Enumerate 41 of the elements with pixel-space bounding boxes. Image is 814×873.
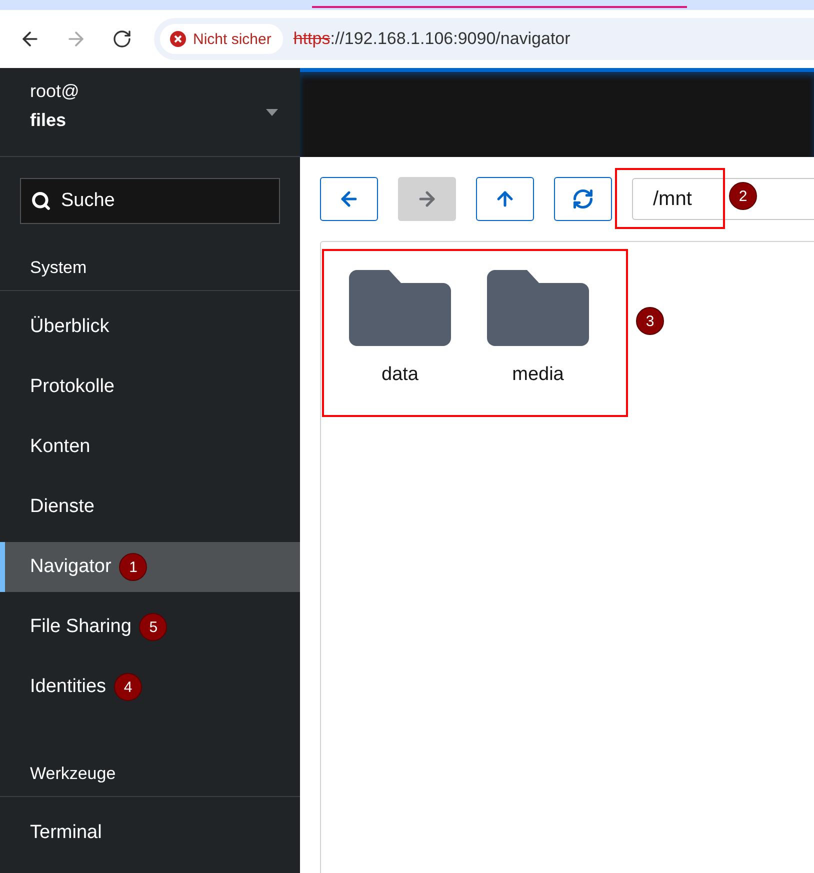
error-icon xyxy=(170,31,186,47)
address-bar[interactable]: Nicht sicher https://192.168.1.106:9090/navigator xyxy=(154,18,814,60)
nav-item[interactable]: File Sharing 5 xyxy=(0,602,300,652)
nav-item[interactable]: Konten xyxy=(0,422,300,472)
folder-icon[interactable] xyxy=(487,270,589,346)
nav-item[interactable]: Protokolle xyxy=(0,362,300,412)
file-name[interactable]: data xyxy=(382,364,418,386)
nav-item[interactable]: Navigator 1 xyxy=(0,542,300,592)
nav-link[interactable]: Identities xyxy=(30,676,106,698)
caret-icon[interactable] xyxy=(266,108,278,116)
nav-link[interactable]: Überblick xyxy=(30,316,110,338)
section-title: Werkzeuge xyxy=(30,764,116,784)
folder-icon[interactable] xyxy=(349,270,451,346)
nav-item[interactable]: Identities 4 xyxy=(0,662,300,712)
annotation-badge: 5 xyxy=(139,613,168,641)
security-chip[interactable]: Nicht sicher xyxy=(160,24,284,54)
annotation-badge: 3 xyxy=(636,307,664,335)
reload-icon xyxy=(112,29,132,49)
annotation-badge: 1 xyxy=(119,553,148,581)
search-bar[interactable]: Suche xyxy=(20,178,280,224)
file-name[interactable]: media xyxy=(512,364,564,386)
nav-link[interactable]: Dienste xyxy=(30,496,94,518)
nav-item[interactable]: Terminal xyxy=(0,808,300,858)
url-text: https://192.168.1.106:9090/navigator xyxy=(293,29,570,49)
search-icon xyxy=(31,191,51,211)
up-button[interactable] xyxy=(476,177,534,221)
search-input[interactable]: Suche xyxy=(61,179,269,223)
section-title: System xyxy=(30,258,87,278)
refresh-button[interactable] xyxy=(554,177,612,221)
nav-link[interactable]: Navigator xyxy=(30,556,112,578)
refresh-icon xyxy=(572,188,594,210)
back-button[interactable] xyxy=(320,177,378,221)
nav-link[interactable]: File Sharing xyxy=(30,616,132,638)
host-name: files xyxy=(30,110,68,131)
nav-link[interactable]: Terminal xyxy=(30,822,102,844)
host-user: root@ xyxy=(30,81,80,102)
nav-link[interactable]: Konten xyxy=(30,436,90,458)
annotation-badge: 4 xyxy=(114,673,142,701)
nav-item[interactable]: Dienste xyxy=(0,482,300,532)
nav-link[interactable]: Protokolle xyxy=(30,376,114,398)
nav-item[interactable]: Überblick xyxy=(0,302,300,352)
